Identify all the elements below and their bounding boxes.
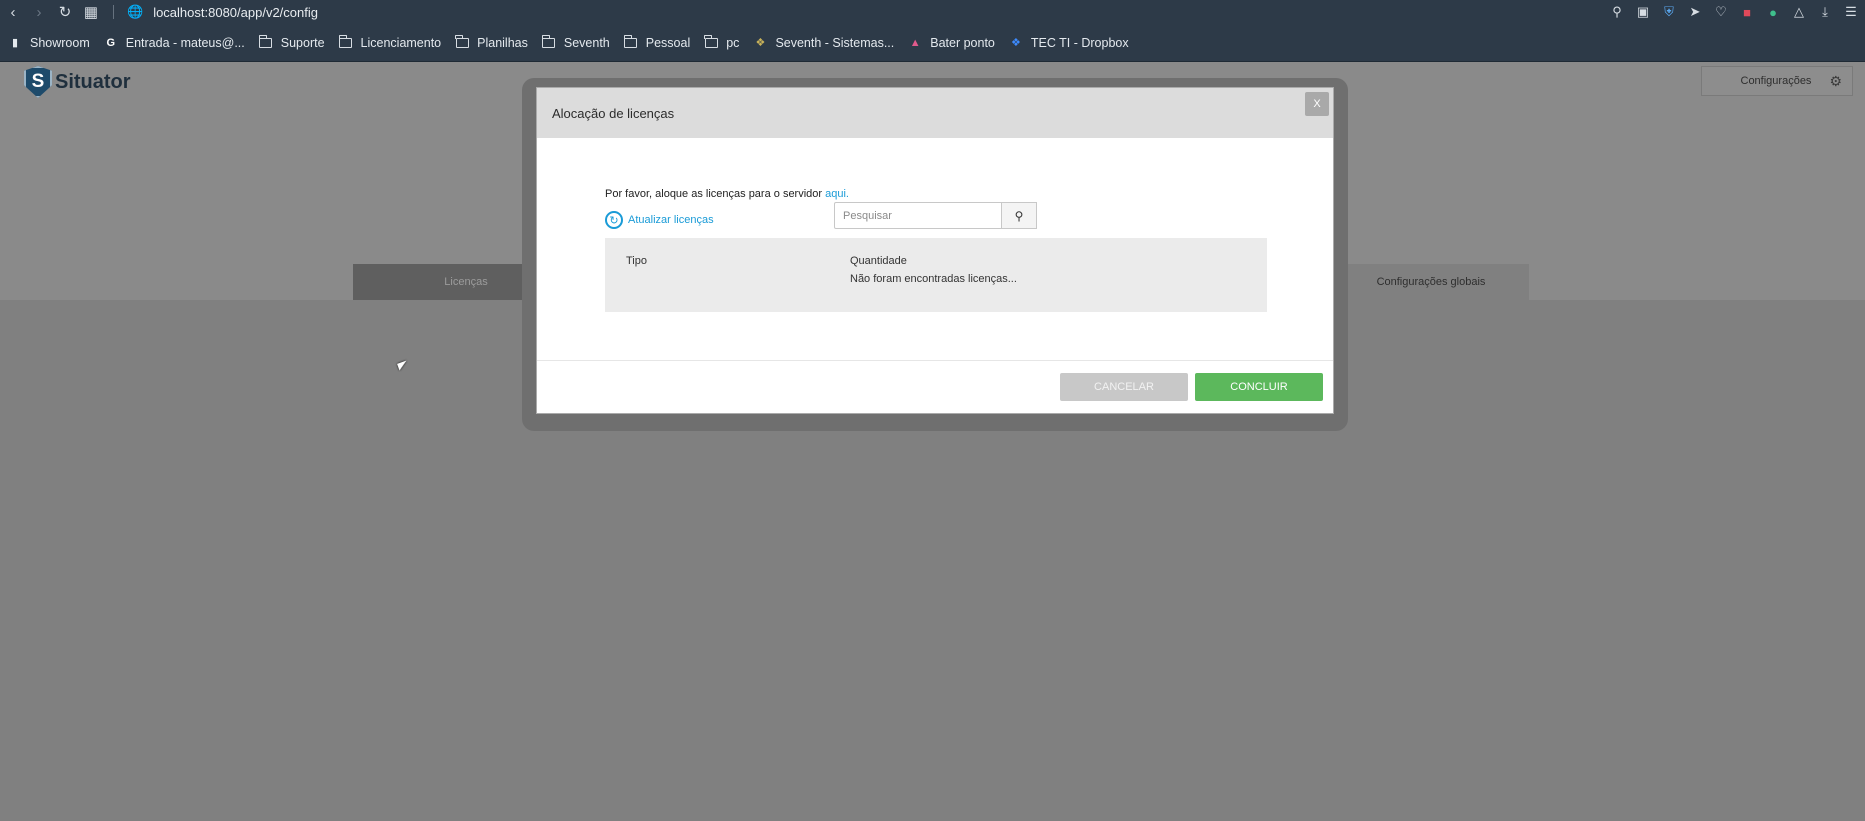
url-field[interactable]: localhost:8080/app/v2/config — [153, 5, 318, 20]
bookmark-planilhas[interactable]: Planilhas — [455, 34, 528, 50]
browser-toolbar: ‹ › ↻ ▦ 🌐 localhost:8080/app/v2/config ⚲… — [0, 0, 1865, 24]
extension-icon[interactable]: ● — [1765, 4, 1781, 20]
apps-icon[interactable]: ▦ — [78, 0, 104, 24]
bookmark-suporte[interactable]: Suporte — [258, 34, 325, 50]
folder-icon — [704, 34, 718, 50]
folder-icon — [541, 34, 556, 50]
dropbox-icon: ❖ — [1010, 37, 1021, 49]
send-icon[interactable]: ➤ — [1687, 4, 1703, 20]
bookmark-label: Bater ponto — [930, 35, 995, 50]
bookmark-entrada[interactable]: G Entrada - mateus@... — [104, 35, 245, 50]
back-icon[interactable]: ‹ — [0, 0, 26, 24]
seventh-icon: ❖ — [755, 37, 766, 49]
folder-icon — [258, 34, 273, 50]
camera-icon[interactable]: ▣ — [1635, 4, 1651, 20]
allocate-link[interactable]: aqui. — [825, 188, 849, 200]
tab-global-settings[interactable]: Configurações globais — [1333, 264, 1529, 300]
search-group: ⚲ — [834, 202, 1037, 229]
heart-icon[interactable]: ♡ — [1713, 4, 1729, 20]
bookmark-licenciamento[interactable]: Licenciamento — [338, 34, 442, 50]
bookmark-label: Entrada - mateus@... — [125, 35, 245, 50]
bookmark-label: Pessoal — [645, 35, 691, 50]
bookmark-label: pc — [726, 35, 740, 50]
forward-icon[interactable]: › — [26, 0, 52, 24]
menu-icon[interactable]: ☰ — [1843, 4, 1859, 20]
toolbar-divider — [113, 5, 114, 19]
bookmark-dropbox[interactable]: ❖ TEC TI - Dropbox — [1009, 36, 1129, 50]
column-header-quantity: Quantidade — [850, 255, 907, 267]
folder-icon — [623, 34, 638, 50]
allocate-text: Por favor, aloque as licenças para o ser… — [605, 188, 823, 200]
extension-bar: ⚲ ▣ ⛨ ➤ ♡ ■ ● △ ⤓ ☰ — [1609, 0, 1859, 24]
folder-icon — [455, 34, 469, 50]
settings-label: Configurações — [1740, 75, 1812, 87]
download-icon[interactable]: ⤓ — [1817, 4, 1833, 20]
confirm-button[interactable]: CONCLUIR — [1195, 373, 1323, 401]
bookmark-seventh[interactable]: Seventh — [541, 34, 610, 50]
refresh-icon: ↻ — [605, 211, 623, 229]
search-icon: ⚲ — [1014, 208, 1024, 223]
cancel-button[interactable]: CANCELAR — [1060, 373, 1188, 401]
bookmark-pessoal[interactable]: Pessoal — [623, 34, 691, 50]
bookmark-label: Showroom — [30, 35, 90, 50]
bookmark-label: TEC TI - Dropbox — [1030, 35, 1129, 50]
bookmark-label: Seventh — [563, 35, 610, 50]
logo-text: Situator — [55, 70, 131, 93]
settings-button[interactable]: Configurações ⚙ — [1701, 66, 1853, 96]
column-header-type: Tipo — [626, 255, 647, 267]
page-icon: ▮ — [11, 37, 19, 49]
modal-body: Por favor, aloque as licenças para o ser… — [537, 138, 1333, 361]
bookmark-showroom[interactable]: ▮ Showroom — [8, 36, 90, 50]
close-button[interactable]: X — [1305, 92, 1329, 116]
license-allocation-modal: Alocação de licenças X Por favor, aloque… — [536, 87, 1334, 414]
refresh-label: Atualizar licenças — [628, 214, 714, 226]
bookmark-pc[interactable]: pc — [704, 34, 740, 50]
allocate-instruction: Por favor, aloque as licenças para o ser… — [605, 188, 849, 200]
clock-app-icon: ▲ — [909, 36, 921, 49]
modal-footer: CANCELAR CONCLUIR — [537, 361, 1333, 413]
find-icon[interactable]: ⚲ — [1609, 4, 1625, 20]
bookmarks-bar: ▮ Showroom G Entrada - mateus@... Suporte … — [0, 24, 1865, 62]
bookmark-bater-ponto[interactable]: ▲ Bater ponto — [908, 36, 995, 50]
globe-icon: 🌐 — [127, 4, 144, 19]
gear-icon: ⚙ — [1829, 72, 1842, 89]
folder-icon — [338, 34, 353, 50]
licenses-table: Tipo Quantidade Não foram encontradas li… — [605, 238, 1267, 312]
bookmark-label: Licenciamento — [360, 35, 442, 50]
search-button[interactable]: ⚲ — [1002, 202, 1037, 229]
gift-icon[interactable]: ■ — [1739, 4, 1755, 20]
shield-icon[interactable]: ⛨ — [1661, 4, 1677, 20]
modal-title: Alocação de licenças — [552, 105, 675, 121]
bookmark-label: Suporte — [280, 35, 325, 50]
bookmark-label: Planilhas — [477, 35, 528, 50]
bookmark-label: Seventh - Sistemas... — [775, 35, 895, 50]
shield-logo-icon: S — [24, 66, 52, 98]
app-logo: S Situator — [24, 66, 131, 98]
refresh-licenses-button[interactable]: ↻ Atualizar licenças — [605, 211, 714, 229]
empty-table-message: Não foram encontradas licenças... — [850, 273, 1017, 285]
google-icon: G — [106, 36, 116, 49]
cube-icon[interactable]: △ — [1791, 4, 1807, 20]
search-input[interactable] — [834, 202, 1002, 229]
reload-icon[interactable]: ↻ — [52, 0, 78, 24]
bookmark-seventh-sistemas[interactable]: ❖ Seventh - Sistemas... — [753, 35, 895, 50]
modal-header: Alocação de licenças X — [537, 88, 1333, 138]
mouse-cursor-icon — [397, 360, 409, 371]
